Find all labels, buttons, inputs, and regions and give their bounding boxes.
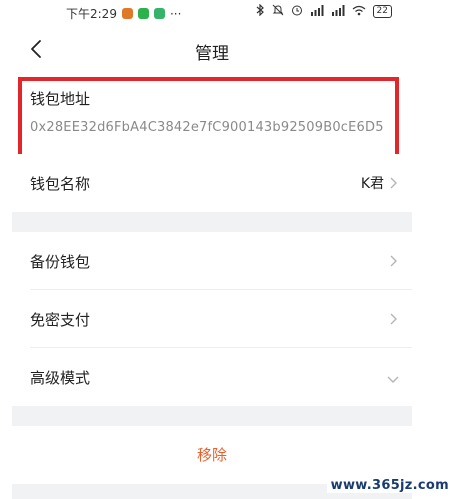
page-title: 管理 <box>195 44 229 64</box>
alarm-icon <box>291 4 303 19</box>
wifi-icon <box>352 5 366 19</box>
status-left: 下午2:29 ··· <box>66 5 181 22</box>
watermark-text: www.365jz.com <box>326 478 453 493</box>
bluetooth-icon <box>256 3 265 19</box>
mute-icon <box>272 4 284 19</box>
remove-wallet-label: 移除 <box>196 446 227 464</box>
remove-wallet-button[interactable]: 移除 <box>12 426 412 484</box>
wallet-address-section[interactable]: 钱包地址 0x28EE32d6FbA4C3842e7fC900143b92509… <box>12 74 412 163</box>
nav-bar: 管理 <box>12 26 412 74</box>
wallet-address-value[interactable]: 0x28EE32d6FbA4C3842e7fC900143b92509B0cE6… <box>30 117 394 139</box>
wallet-name-label: 钱包名称 <box>30 175 91 193</box>
chevron-right-icon <box>388 311 398 325</box>
message-notification-icon <box>153 8 165 19</box>
status-time: 下午2:29 <box>66 7 117 21</box>
chevron-down-icon <box>386 369 400 383</box>
app-notification-icon <box>121 8 133 19</box>
status-right: 22 <box>256 3 392 19</box>
wechat-notification-icon <box>137 8 149 19</box>
advanced-mode-row[interactable]: 高级模式 <box>12 348 412 406</box>
chevron-right-icon <box>388 175 398 189</box>
advanced-mode-label: 高级模式 <box>30 369 91 387</box>
backup-wallet-row[interactable]: 备份钱包 <box>12 232 412 290</box>
status-bar: 下午2:29 ··· 22 <box>12 0 412 26</box>
wallet-name-value: K君 <box>360 176 384 192</box>
more-notifications-icon: ··· <box>169 6 182 21</box>
phone-screen: 下午2:29 ··· 22 管理 钱包地址 0x28EE32d6FbA4C384… <box>12 0 412 499</box>
signal-icon-1 <box>310 4 324 19</box>
signal-icon-2 <box>331 4 345 19</box>
wallet-address-label: 钱包地址 <box>30 90 91 108</box>
battery-indicator: 22 <box>372 5 392 18</box>
password-free-payment-label: 免密支付 <box>30 311 91 329</box>
wallet-name-row[interactable]: 钱包名称 K君 <box>12 154 412 212</box>
password-free-payment-row[interactable]: 免密支付 <box>12 290 412 348</box>
chevron-right-icon <box>388 253 398 267</box>
section-gap <box>12 406 412 426</box>
backup-wallet-label: 备份钱包 <box>30 253 91 271</box>
section-gap <box>12 212 412 232</box>
